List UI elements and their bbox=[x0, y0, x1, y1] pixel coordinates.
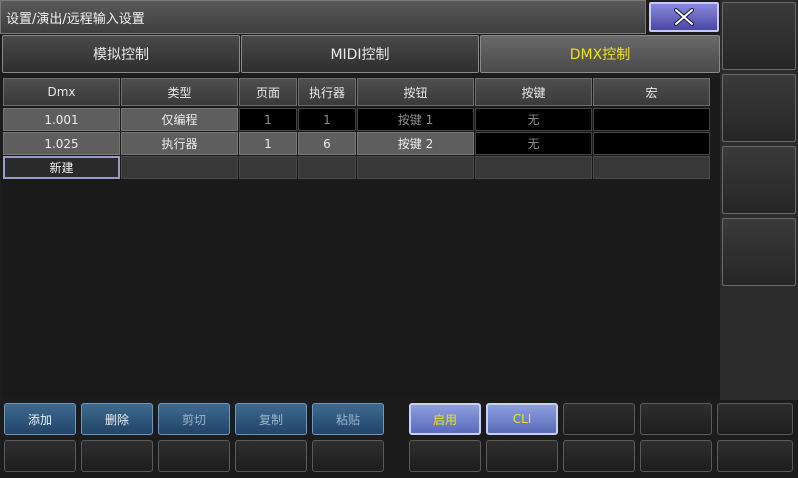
row1-macro[interactable] bbox=[593, 108, 710, 131]
row2-type[interactable]: 执行器 bbox=[121, 132, 238, 155]
side-button-1[interactable] bbox=[722, 2, 796, 70]
tab-dmx-control[interactable]: DMX控制 bbox=[480, 35, 720, 73]
new-row-page[interactable] bbox=[239, 156, 297, 179]
row2-key[interactable]: 无 bbox=[475, 132, 592, 155]
empty-button-r2-6[interactable] bbox=[409, 440, 481, 472]
empty-button-r2-8[interactable] bbox=[563, 440, 635, 472]
window-title: 设置/演出/远程输入设置 bbox=[6, 12, 145, 27]
new-row-button[interactable]: 新建 bbox=[3, 156, 120, 179]
column-header-macro[interactable]: 宏 bbox=[593, 78, 710, 106]
empty-button-r1-8[interactable] bbox=[563, 403, 635, 435]
row1-button[interactable]: 按键 1 bbox=[357, 108, 474, 131]
paste-button[interactable]: 粘贴 bbox=[312, 403, 384, 435]
row1-executor[interactable]: 1 bbox=[298, 108, 356, 131]
row1-type[interactable]: 仅编程 bbox=[121, 108, 238, 131]
new-row-type[interactable] bbox=[121, 156, 238, 179]
row1-page[interactable]: 1 bbox=[239, 108, 297, 131]
empty-button-r2-7[interactable] bbox=[486, 440, 558, 472]
side-button-3[interactable] bbox=[722, 146, 796, 214]
empty-button-r1-10[interactable] bbox=[717, 403, 793, 435]
empty-button-r2-1[interactable] bbox=[4, 440, 76, 472]
enable-button[interactable]: 启用 bbox=[409, 403, 481, 435]
copy-button[interactable]: 复制 bbox=[235, 403, 307, 435]
row1-dmx[interactable]: 1.001 bbox=[3, 108, 120, 131]
column-header-type[interactable]: 类型 bbox=[121, 78, 238, 106]
column-header-page[interactable]: 页面 bbox=[239, 78, 297, 106]
empty-button-r2-3[interactable] bbox=[158, 440, 230, 472]
tab-midi-control[interactable]: MIDI控制 bbox=[241, 35, 479, 73]
empty-button-r1-9[interactable] bbox=[640, 403, 712, 435]
empty-button-r2-4[interactable] bbox=[235, 440, 307, 472]
row2-executor[interactable]: 6 bbox=[298, 132, 356, 155]
column-header-dmx[interactable]: Dmx bbox=[3, 78, 120, 106]
empty-button-r2-5[interactable] bbox=[312, 440, 384, 472]
column-header-button[interactable]: 按钮 bbox=[357, 78, 474, 106]
row1-key[interactable]: 无 bbox=[475, 108, 592, 131]
row2-page[interactable]: 1 bbox=[239, 132, 297, 155]
row2-button[interactable]: 按键 2 bbox=[357, 132, 474, 155]
tab-analog-control[interactable]: 模拟控制 bbox=[2, 35, 240, 73]
column-header-key[interactable]: 按键 bbox=[475, 78, 592, 106]
column-header-executor[interactable]: 执行器 bbox=[298, 78, 356, 106]
cli-button[interactable]: CLI bbox=[486, 403, 558, 435]
row2-dmx[interactable]: 1.025 bbox=[3, 132, 120, 155]
side-button-4[interactable] bbox=[722, 218, 796, 286]
cut-button[interactable]: 剪切 bbox=[158, 403, 230, 435]
new-row-executor[interactable] bbox=[298, 156, 356, 179]
empty-button-r2-2[interactable] bbox=[81, 440, 153, 472]
delete-button[interactable]: 删除 bbox=[81, 403, 153, 435]
new-row-button-cell[interactable] bbox=[357, 156, 474, 179]
add-button[interactable]: 添加 bbox=[4, 403, 76, 435]
close-button[interactable] bbox=[649, 2, 719, 32]
row2-macro[interactable] bbox=[593, 132, 710, 155]
close-x-icon bbox=[674, 8, 694, 26]
new-row-key[interactable] bbox=[475, 156, 592, 179]
empty-button-r2-9[interactable] bbox=[640, 440, 712, 472]
side-button-2[interactable] bbox=[722, 74, 796, 142]
empty-button-r2-10[interactable] bbox=[717, 440, 793, 472]
new-row-macro[interactable] bbox=[593, 156, 710, 179]
